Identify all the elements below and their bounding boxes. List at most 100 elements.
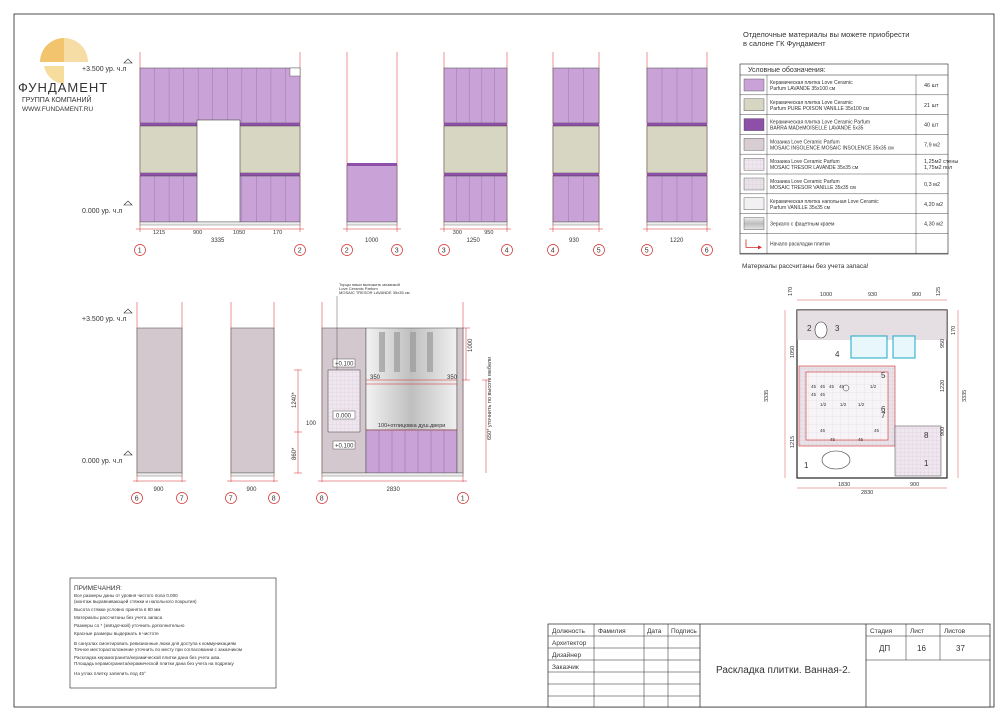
plan-axis-label: 4 [835,350,840,359]
plan-dim-right: 170 [951,326,957,335]
plan-inner-mark: 45 [839,384,845,389]
materials-note-line1: Отделочные материалы вы можете приобрест… [743,30,909,39]
note-line: Точное месторасположение уточнить по мес… [74,647,242,652]
lavande-lower-panel [365,429,458,474]
stamp-header-date: Дата [647,628,662,635]
plan-dim-top: 1000 [820,292,832,298]
floor-line [136,472,183,477]
vanille-band [443,125,508,174]
dimension-value: 900 [154,487,165,493]
mosaic-insolence-edge [456,327,464,474]
legend-label: Зеркало с фацетным краем [770,222,835,228]
legend-label: MOSAIC INSOLENCE MOSAIC INSOLENCE 35x35 … [770,145,894,151]
legend-qty: 0,3 м2 [924,182,940,188]
plan-dim-top: 170 [788,287,794,296]
stamp-role-designer: Дизайнер [552,651,581,659]
level-top-label-2: +3.500 ур. ч.л [82,316,126,323]
axis-label: 7 [229,496,233,503]
notes-title: ПРИМЕЧАНИЯ: [74,585,122,592]
note-line: (монтаж выравнивающей стяжки и напольног… [74,598,197,604]
axis-label: 6 [705,248,709,255]
logo-url: WWW.FUNDAMENT.RU [22,106,93,113]
barra-strip-lower [647,173,707,176]
furniture-note: 650* уточнить по высоте мебели [487,357,493,440]
dimension-total: 1250 [467,238,481,244]
lavande-upper [139,67,301,124]
note-line: Материалы рассчитаны без учета запаса [74,615,163,620]
floor-line [552,221,600,226]
dim-1240: 1240* [292,392,298,408]
plan-axis-label: 7 [881,411,886,420]
lavande-lower [552,175,600,223]
plan-vanity-1 [850,335,888,359]
axis-label: 8 [320,496,324,503]
elevation-bottom-2: 900 7 8 [225,302,280,504]
note-line: Размеры со * (звёздочкой) уточнить допол… [74,622,185,628]
vanille-band [646,125,708,174]
lavande-upper [443,67,508,124]
plan-dim-top: 125 [936,287,942,296]
axis-label: 5 [597,248,601,255]
legend-label: Parfum PURE POISON VANILLE 35x100 см [770,106,870,112]
beam-notch [289,67,301,77]
level-top-label: +3.500 ур. ч.л [82,66,126,73]
plan-axis-label: 5 [881,371,886,380]
stamp-stage: ДП [879,644,890,653]
lavande-upper [552,67,600,124]
barra-strip-upper [444,123,507,126]
plan-inner-mark: 1/2 [840,402,847,407]
plan-inner-mark: 45 [829,384,835,389]
plan-dim-left: 3335 [764,390,770,402]
plan-axis-label: 3 [835,324,840,333]
drawing-title: Раскладка плитки. Ванная-2. [716,665,850,676]
axis-label: 3 [442,248,446,255]
stamp-header-position: Должность [552,628,586,635]
dimension-value: 300 [453,230,462,236]
legend-swatch [743,118,765,131]
level-bottom-label-2: 0.000 ур. ч.л [82,458,122,465]
legend-swatch [743,98,765,112]
plan-inner-mark: 45 [830,437,836,442]
note-line: Все размеры даны от уровня чистого пола … [74,593,178,598]
level-tag-1-text: +0.100 [335,362,354,368]
plan-axis-label: 1 [924,459,929,468]
plan-dim-left: 1215 [790,436,796,448]
dim-350-right: 350 [447,375,458,381]
plan-dim-bottom: 1830 [838,482,850,488]
legend-label: Parfum LAVANDE 35x100 см [770,86,836,92]
door-opening [196,119,241,223]
legend-qty: 1,75м2 пол [924,165,952,171]
plan-corner-zone [894,425,942,477]
dimension-total: 3335 [211,238,225,244]
mosaic-wall [230,327,275,474]
drawing-sheet: ФУНДАМЕНТ ГРУППА КОМПАНИЙ WWW.FUNDAMENT.… [13,13,995,708]
floor-line [230,472,275,477]
plan-inner-mark: 45 [820,428,826,433]
legend-title: Условные обозначения: [748,66,826,74]
vanille-band [552,125,600,174]
plan-vanity-2 [892,335,916,359]
materials-note-line2: в салоне ГК Фундамент [743,39,826,48]
plan-inner-mark: 1/2 [870,384,877,389]
legend-label: MOSAIC TRESOR VANILLE 35x35 см [770,185,856,191]
stamp-sheet-count: 37 [956,644,965,653]
legend-table: Условные обозначения: Керамическая плитк… [739,63,958,255]
dimension-value: 950 [484,230,493,236]
lavande-lower [443,175,508,223]
dim-350-left: 350 [370,375,381,381]
plan-inner-mark: 1/2 [858,402,865,407]
plan-bath-element [821,450,851,470]
elevation-bottom-1: 900 6 7 [131,302,188,504]
plan-toilet [814,321,828,339]
legend-label: Начало раскладки плитки [770,241,830,247]
legend-swatch [743,217,765,230]
stamp-sheets-header: Листов [944,628,966,635]
elevation-top-2: 1000 2 3 [341,52,403,256]
stamp-role-architect: Архитектор [552,640,587,647]
axis-label: 1 [138,248,142,255]
barra-strip-lower [553,173,599,176]
note-line: В санузлах смонтировать ревизионные люки… [74,641,236,646]
dimension-value: 1220 [670,238,684,244]
plan-inner-mark: 45 [820,392,826,397]
axis-label: 4 [551,248,555,255]
